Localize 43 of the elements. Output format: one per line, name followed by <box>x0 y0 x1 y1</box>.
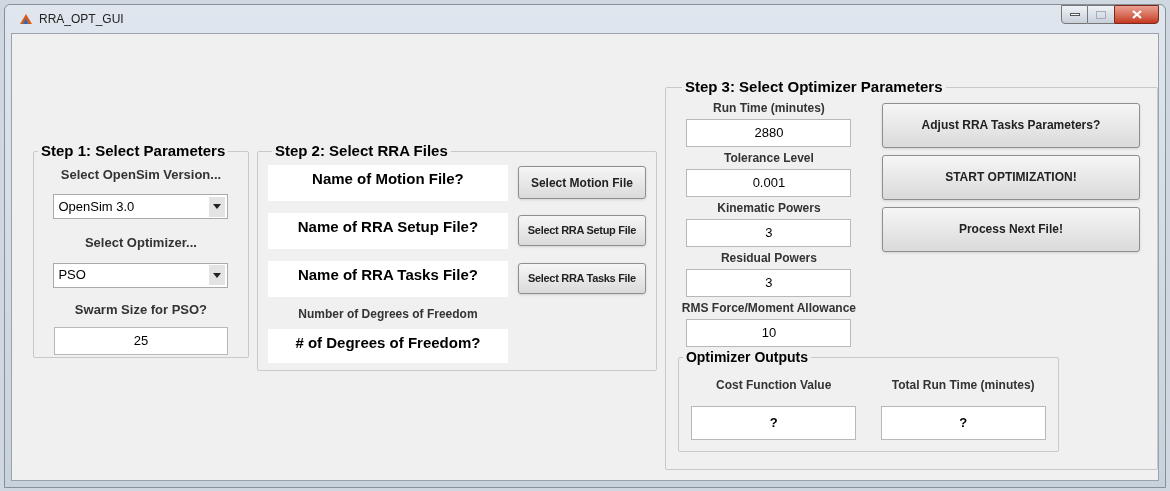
input-field[interactable]: 10 <box>686 318 852 347</box>
field-label: Total Run Time (minutes) <box>891 376 1035 394</box>
maximize-button[interactable] <box>1088 5 1114 24</box>
push-button[interactable]: Select Motion File <box>517 166 646 199</box>
field-label: Cost Function Value <box>716 376 832 394</box>
output-field: ? <box>880 405 1046 440</box>
dof-display: # of Degrees of Freedom? <box>267 328 508 363</box>
caret-icon <box>209 196 226 217</box>
field-label: Tolerance Level <box>724 149 814 167</box>
close-icon <box>1131 10 1142 19</box>
output-field: ? <box>691 405 857 440</box>
dropdown[interactable]: OpenSim 3.0 <box>53 194 229 219</box>
field-label: Swarm Size for PSO? <box>74 300 208 319</box>
input-field[interactable]: 3 <box>686 218 852 247</box>
push-button[interactable]: Select RRA Tasks File <box>517 263 646 294</box>
field-label: Residual Powers <box>720 249 817 267</box>
minimize-button[interactable] <box>1061 5 1088 24</box>
input-field[interactable]: 2880 <box>686 118 852 147</box>
file-name-display: Name of Motion File? <box>267 164 508 201</box>
field-label: Select OpenSim Version... <box>60 165 222 184</box>
field-label: Number of Degrees of Freedom <box>297 305 479 323</box>
file-name-display: Name of RRA Setup File? <box>267 212 508 249</box>
window-title: RRA_OPT_GUI <box>39 11 124 28</box>
close-button[interactable] <box>1114 5 1159 24</box>
field-label: Kinematic Powers <box>717 199 821 217</box>
push-button[interactable]: Select RRA Setup File <box>517 215 646 246</box>
file-name-display: Name of RRA Tasks File? <box>267 260 508 297</box>
group-title: Step 1: Select Parameters <box>40 141 227 161</box>
group-title: Step 2: Select RRA Files <box>273 141 449 161</box>
caret-icon <box>209 265 226 285</box>
input-field[interactable]: 25 <box>53 327 228 355</box>
field-label: Run Time (minutes) <box>713 99 825 117</box>
push-button[interactable]: Process Next File! <box>881 206 1140 252</box>
field-label: Select Optimizer... <box>84 234 197 252</box>
push-button[interactable]: Adjust RRA Tasks Parameters? <box>881 102 1140 148</box>
dropdown[interactable]: PSO <box>53 262 229 288</box>
field-label: RMS Force/Moment Allowance <box>681 299 857 317</box>
push-button[interactable]: START OPTIMIZATION! <box>881 154 1140 200</box>
group-title: Step 3: Select Optimizer Parameters <box>683 77 944 97</box>
input-field[interactable]: 3 <box>686 268 852 297</box>
group-title: Optimizer Outputs <box>684 347 810 367</box>
input-field[interactable]: 0.001 <box>686 168 852 197</box>
app-icon <box>19 12 33 26</box>
